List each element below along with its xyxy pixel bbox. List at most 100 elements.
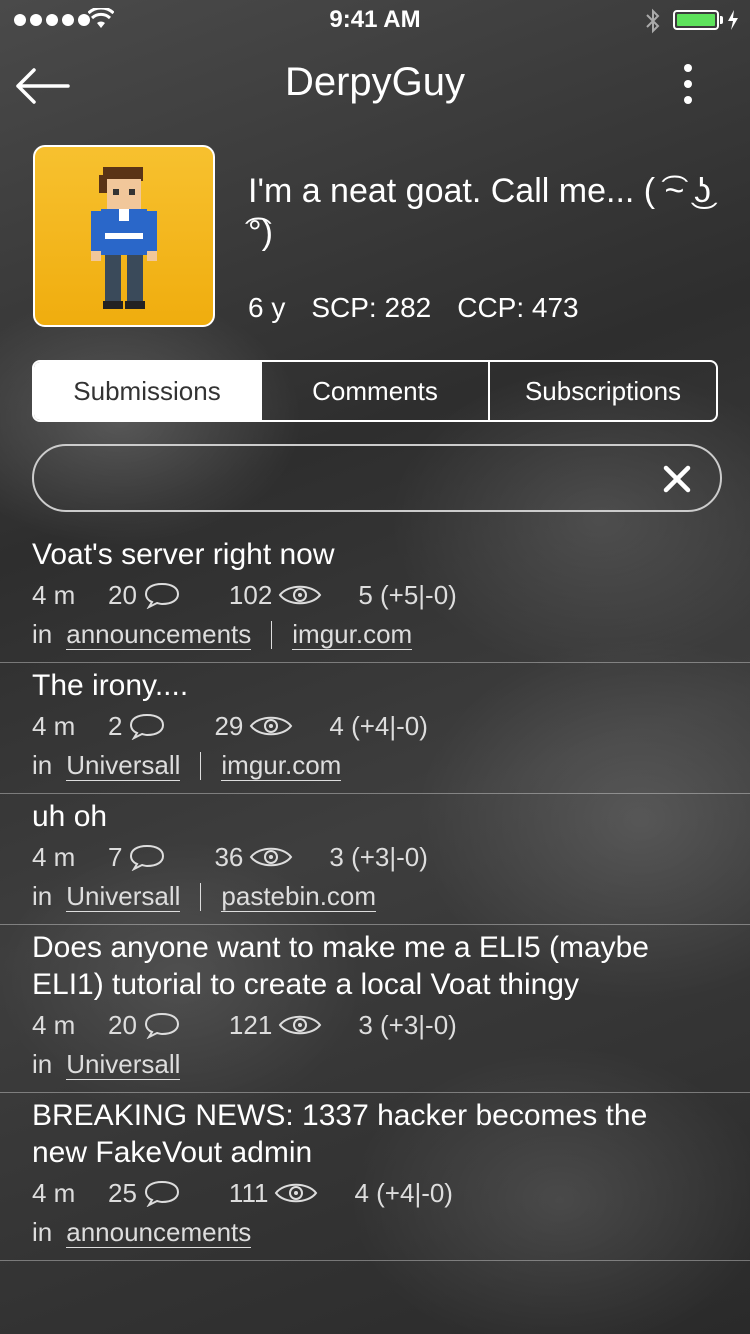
comment-count: 20: [108, 579, 137, 610]
source-separator: [200, 882, 202, 911]
tab-subscriptions[interactable]: Subscriptions: [490, 362, 716, 420]
domain-link[interactable]: imgur.com: [221, 750, 342, 781]
post-views: 111: [229, 1178, 319, 1209]
status-bar: 9:41 AM: [0, 0, 750, 40]
post-views: 102: [229, 580, 322, 611]
post-source: in announcements: [32, 1217, 750, 1260]
domain-link[interactable]: imgur.com: [292, 619, 413, 650]
user-stats: 6 y SCP: 282 CCP: 473: [248, 292, 579, 324]
clear-search-icon[interactable]: [662, 464, 692, 494]
post-age: 4 m: [32, 1177, 76, 1208]
subverse-link[interactable]: announcements: [66, 1217, 252, 1248]
subverse-link[interactable]: Universall: [66, 1049, 181, 1080]
subverse-link[interactable]: announcements: [66, 619, 252, 650]
subverse-link[interactable]: Universall: [66, 750, 181, 781]
eye-icon: [250, 847, 293, 867]
post-score: 5 (+5|-0): [358, 579, 457, 610]
post-meta: 4 m 7 36 3 (+3|-0): [32, 839, 750, 875]
page-title: DerpyGuy: [284, 60, 466, 104]
post-meta: 4 m 20 102 5 (+5|-0): [32, 577, 750, 613]
comment-count: 2: [108, 710, 123, 741]
tab-comments[interactable]: Comments: [262, 362, 490, 420]
post-comments[interactable]: 25: [108, 1178, 181, 1209]
source-separator: [271, 620, 273, 649]
view-count: 102: [228, 579, 273, 610]
post-item[interactable]: uh oh 4 m 7 36 3 (+3|-0) in Universall p…: [0, 794, 750, 925]
eye-icon: [279, 585, 322, 605]
post-age: 4 m: [32, 579, 76, 610]
scp-score: SCP: 282: [311, 292, 432, 323]
post-title[interactable]: Voat's server right now: [32, 532, 750, 573]
post-source: in Universall pastebin.com: [32, 881, 750, 924]
eye-icon: [279, 1015, 322, 1035]
battery-tip: [720, 16, 723, 24]
ccp-score: CCP: 473: [457, 292, 579, 323]
in-label: in: [32, 619, 53, 649]
navigation-bar: DerpyGuy: [0, 48, 750, 118]
post-comments[interactable]: 2: [108, 711, 166, 742]
post-views: 29: [214, 711, 293, 742]
post-views: 36: [214, 842, 293, 873]
eye-icon: [250, 716, 293, 736]
domain-link[interactable]: pastebin.com: [221, 881, 377, 912]
more-options-icon[interactable]: [672, 60, 704, 108]
view-count: 36: [214, 841, 244, 872]
post-source: in Universall: [32, 1049, 750, 1092]
post-source: in Universall imgur.com: [32, 750, 750, 793]
post-title[interactable]: Does anyone want to make me a ELI5 (mayb…: [32, 925, 750, 1003]
post-comments[interactable]: 20: [108, 1010, 181, 1041]
battery-icon: [673, 10, 719, 30]
post-item[interactable]: The irony.... 4 m 2 29 4 (+4|-0) in Univ…: [0, 663, 750, 794]
status-time: 9:41 AM: [329, 6, 421, 33]
eye-icon: [275, 1183, 318, 1203]
post-score: 3 (+3|-0): [358, 1009, 457, 1040]
post-score: 3 (+3|-0): [329, 841, 428, 872]
comment-bubble-icon: [130, 844, 165, 871]
user-bio: I'm a neat goat. Call me... ( ͡~ ͜ʖ ͡°): [248, 172, 711, 252]
comment-count: 25: [108, 1177, 137, 1208]
in-label: in: [32, 750, 53, 780]
source-separator: [200, 751, 202, 780]
post-age: 4 m: [32, 1009, 76, 1040]
post-item[interactable]: Does anyone want to make me a ELI5 (mayb…: [0, 925, 750, 1093]
in-label: in: [32, 881, 53, 911]
search-bar: [32, 444, 722, 512]
post-comments[interactable]: 7: [108, 842, 166, 873]
view-count: 111: [228, 1177, 269, 1208]
post-comments[interactable]: 20: [108, 580, 181, 611]
pixel-character-avatar: [91, 167, 157, 309]
comment-bubble-icon: [130, 713, 165, 740]
comment-bubble-icon: [144, 1012, 179, 1039]
view-count: 29: [214, 710, 244, 741]
post-title[interactable]: BREAKING NEWS: 1337 hacker becomes the n…: [32, 1093, 750, 1171]
view-count: 121: [228, 1009, 273, 1040]
post-age: 4 m: [32, 841, 76, 872]
post-meta: 4 m 2 29 4 (+4|-0): [32, 708, 750, 744]
post-title[interactable]: The irony....: [32, 663, 750, 704]
account-age: 6 y: [248, 292, 286, 323]
search-input[interactable]: [58, 456, 662, 502]
charging-bolt-icon: [728, 10, 738, 30]
post-source: in announcements imgur.com: [32, 619, 750, 662]
post-meta: 4 m 25 111 4 (+4|-0): [32, 1175, 750, 1211]
post-meta: 4 m 20 121 3 (+3|-0): [32, 1007, 750, 1043]
profile-tabs: Submissions Comments Subscriptions: [32, 360, 718, 422]
bluetooth-icon: [646, 8, 660, 34]
in-label: in: [32, 1217, 53, 1247]
post-score: 4 (+4|-0): [354, 1177, 453, 1208]
post-item[interactable]: BREAKING NEWS: 1337 hacker becomes the n…: [0, 1093, 750, 1261]
avatar: [33, 145, 215, 327]
post-score: 4 (+4|-0): [329, 710, 428, 741]
tab-submissions[interactable]: Submissions: [34, 362, 262, 420]
comment-bubble-icon: [144, 582, 179, 609]
subverse-link[interactable]: Universall: [66, 881, 181, 912]
post-list: Voat's server right now 4 m 20 102 5 (+5…: [0, 532, 750, 1261]
post-age: 4 m: [32, 710, 76, 741]
comment-count: 7: [108, 841, 123, 872]
post-item[interactable]: Voat's server right now 4 m 20 102 5 (+5…: [0, 532, 750, 663]
post-title[interactable]: uh oh: [32, 794, 750, 835]
in-label: in: [32, 1049, 53, 1079]
comment-bubble-icon: [144, 1180, 179, 1207]
comment-count: 20: [108, 1009, 137, 1040]
post-views: 121: [229, 1010, 322, 1041]
